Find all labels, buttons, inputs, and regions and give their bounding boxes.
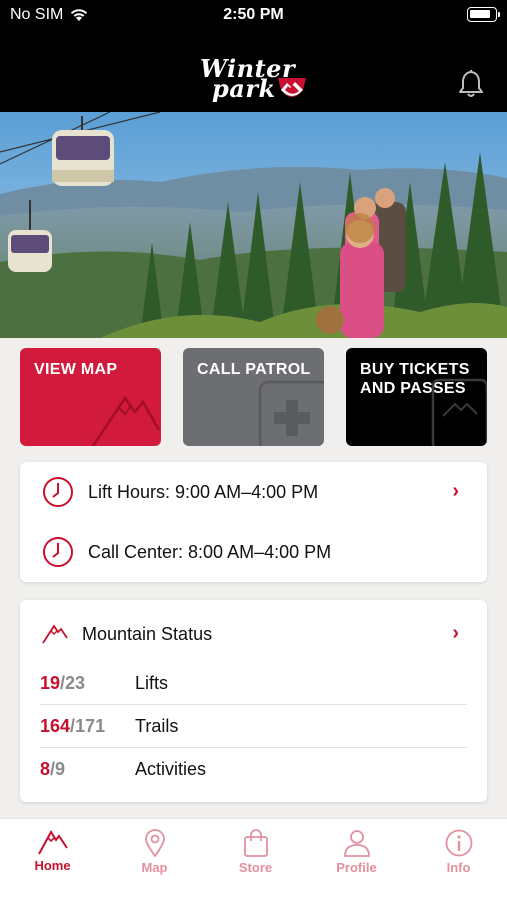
mountain-status-header[interactable]: Mountain Status › [20, 614, 487, 654]
tab-info[interactable]: Info [408, 825, 507, 889]
trails-total: 171 [75, 715, 106, 736]
tab-bar: Home Map Store Profile Info [0, 818, 507, 900]
quick-actions: VIEW MAP CALL PATROL BUY TICKETS AND PAS… [20, 348, 487, 446]
lifts-open: 19 [40, 672, 61, 693]
winter-park-logo[interactable]: Winter park [198, 54, 310, 104]
tab-info-label: Info [446, 860, 471, 875]
lifts-label: Lifts [135, 672, 169, 693]
mountain-status-card: Mountain Status › 19/23 Lifts 164/171 Tr… [20, 600, 487, 802]
clock-icon [43, 477, 73, 507]
tab-store-label: Store [238, 860, 273, 875]
chevron-right-icon: › [452, 480, 459, 502]
battery-icon [467, 7, 500, 22]
first-aid-cross-icon [258, 380, 324, 446]
activities-total: 9 [55, 759, 66, 779]
chevron-right-icon: › [452, 622, 459, 644]
call-patrol-label: CALL PATROL [197, 361, 311, 378]
hours-card: Lift Hours: 9:00 AM–4:00 PM › Call Cente… [20, 462, 487, 582]
tab-store[interactable]: Store [205, 825, 306, 889]
lift-hours-row[interactable]: Lift Hours: 9:00 AM–4:00 PM › [20, 462, 487, 522]
mountain-watermark-icon [91, 395, 161, 446]
call-center-hours-text: Call Center: 8:00 AM–4:00 PM [88, 541, 332, 562]
tab-home-label: Home [34, 858, 71, 873]
lifts-count: 19/23 [40, 673, 135, 694]
tab-profile-label: Profile [336, 860, 377, 875]
view-map-label: VIEW MAP [34, 361, 118, 378]
app-header: Winter park [0, 32, 507, 112]
lift-hours-text: Lift Hours: 9:00 AM–4:00 PM [88, 481, 319, 502]
person-icon [343, 830, 370, 857]
trails-label: Trails [135, 715, 179, 736]
activities-label: Activities [135, 759, 207, 779]
mountain-icon [42, 624, 68, 644]
tab-map-label: Map [141, 860, 168, 875]
trails-count: 164/171 [40, 716, 135, 737]
mountain-status-title: Mountain Status [82, 623, 213, 644]
map-pin-icon [144, 829, 165, 857]
status-row-lifts: 19/23 Lifts [40, 662, 467, 705]
call-center-row[interactable]: Call Center: 8:00 AM–4:00 PM [20, 522, 487, 582]
status-row-trails: 164/171 Trails [40, 705, 467, 748]
trails-open: 164 [40, 715, 71, 736]
info-icon [445, 829, 472, 857]
lifts-total: 23 [65, 672, 86, 693]
view-map-button[interactable]: VIEW MAP [20, 348, 161, 446]
status-bar: No SIM 2:50 PM [0, 0, 507, 32]
activities-count: 8/9 [40, 759, 135, 780]
logo-badge-icon [278, 78, 306, 97]
ticket-pass-icon [431, 378, 487, 446]
clock-icon [43, 537, 73, 567]
notification-bell-icon[interactable] [457, 68, 485, 98]
hero-image [0, 112, 507, 338]
activities-open: 8 [40, 759, 51, 779]
logo-text-line2: park [212, 74, 276, 103]
call-patrol-button[interactable]: CALL PATROL [183, 348, 324, 446]
tab-profile[interactable]: Profile [306, 825, 407, 889]
tab-home[interactable]: Home [2, 825, 103, 889]
tab-map[interactable]: Map [104, 825, 205, 889]
mountain-icon [37, 830, 68, 855]
status-row-activities: 8/9 Activities [40, 748, 467, 791]
shopping-bag-icon [243, 829, 268, 857]
clock-time: 2:50 PM [223, 6, 284, 23]
buy-tickets-button[interactable]: BUY TICKETS AND PASSES [346, 348, 487, 446]
